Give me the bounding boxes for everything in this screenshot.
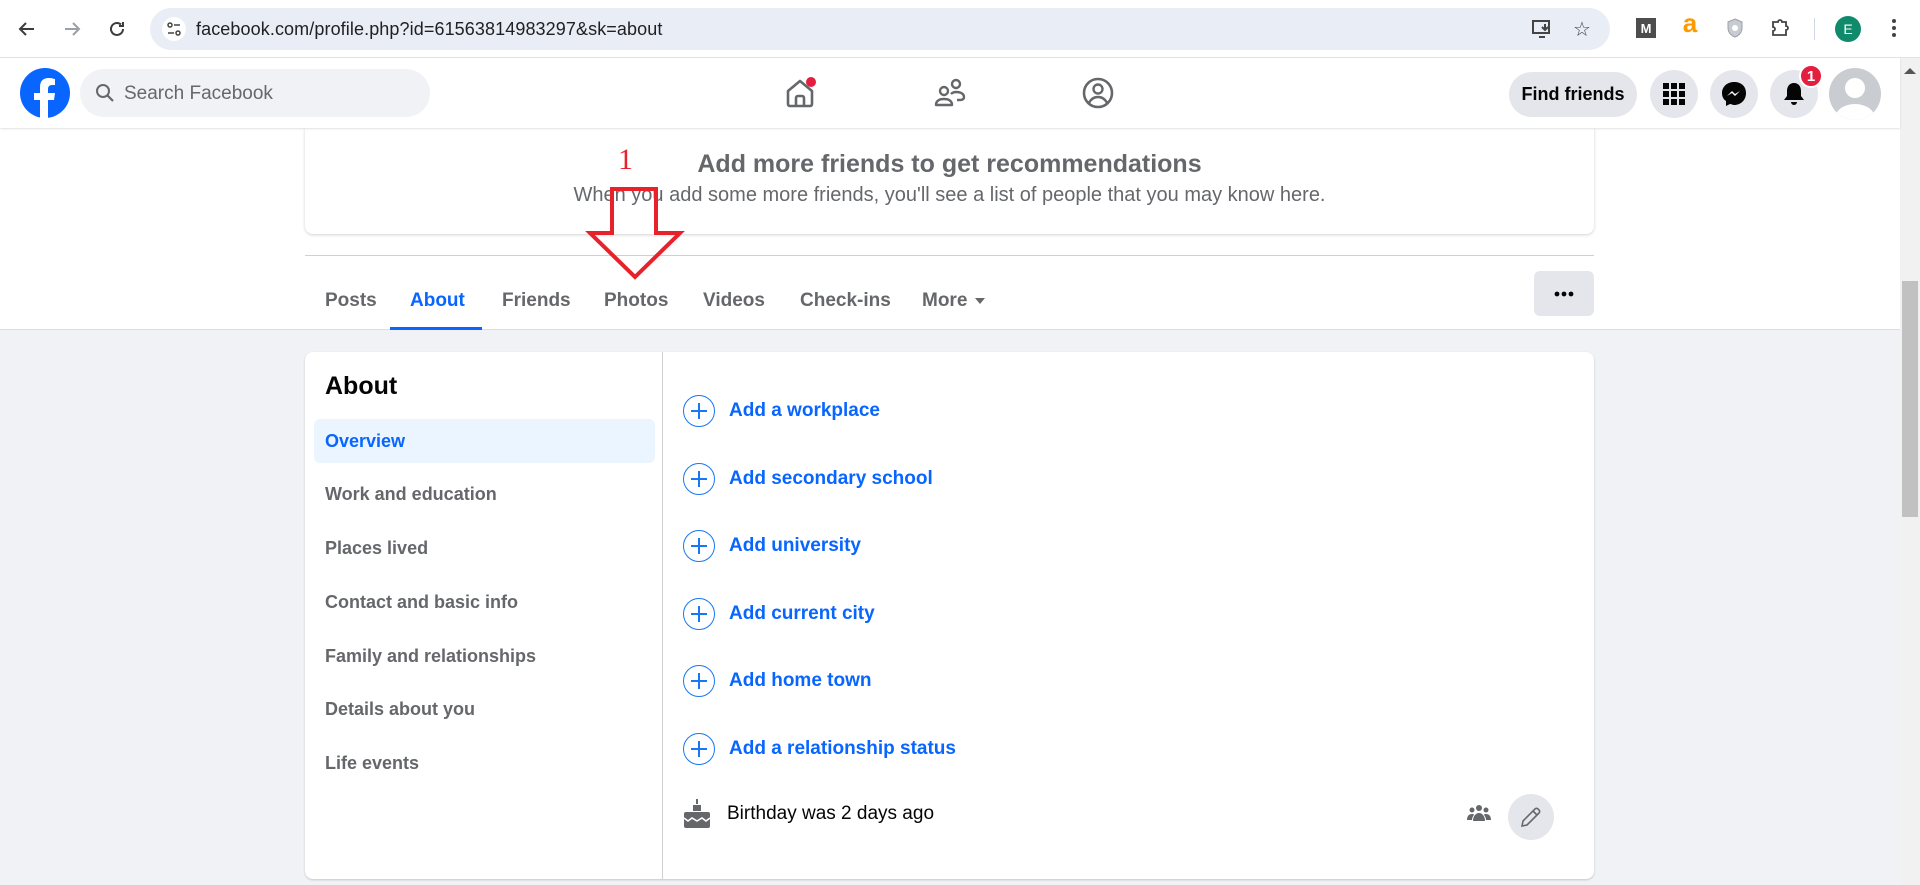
add-home-town-link[interactable]: Add home town [683, 661, 871, 701]
profile-avatar[interactable]: E [1835, 16, 1861, 42]
more-options-button[interactable] [1534, 271, 1594, 316]
search-input[interactable]: Search Facebook [80, 69, 430, 117]
active-tab-indicator [390, 327, 482, 330]
tab-about[interactable]: About [410, 272, 465, 330]
notification-badge: 1 [1799, 64, 1823, 88]
groups-icon [1082, 77, 1114, 109]
plus-circle-icon [683, 463, 715, 495]
add-university-link[interactable]: Add university [683, 526, 861, 566]
facebook-header: Search Facebook Find friends 1 [0, 58, 1900, 128]
divider [305, 255, 1594, 256]
tab-check-ins[interactable]: Check-ins [800, 272, 891, 330]
amazon-extension-icon[interactable]: a [1678, 8, 1702, 38]
add-secondary-school-link[interactable]: Add secondary school [683, 459, 933, 499]
address-bar[interactable]: facebook.com/profile.php?id=615638149832… [150, 8, 1610, 50]
add-relationship-status-link[interactable]: Add a relationship status [683, 729, 956, 769]
sidebar-item-family-relationships[interactable]: Family and relationships [314, 634, 655, 678]
caret-down-icon [975, 298, 986, 304]
nav-groups[interactable] [1068, 58, 1128, 128]
sidebar-item-contact-info[interactable]: Contact and basic info [314, 580, 655, 624]
scroll-up-arrow-icon[interactable] [1904, 68, 1916, 74]
plus-circle-icon [683, 665, 715, 697]
nav-friends[interactable] [920, 58, 980, 128]
tab-friends[interactable]: Friends [502, 272, 571, 330]
messenger-icon [1722, 82, 1746, 106]
friends-icon [934, 78, 966, 107]
recommendations-card: Add more friends to get recommendations … [305, 128, 1594, 234]
site-info-icon[interactable] [162, 17, 186, 41]
grid-menu-icon [1663, 83, 1685, 105]
birthday-text: Birthday was 2 days ago [727, 803, 935, 824]
find-friends-button[interactable]: Find friends [1509, 72, 1637, 117]
sidebar-item-work-education[interactable]: Work and education [314, 472, 655, 516]
m-extension-icon[interactable]: M [1634, 16, 1658, 40]
about-sidebar: About Overview Work and education Places… [305, 352, 663, 879]
forward-icon[interactable] [57, 14, 87, 44]
plus-circle-icon [683, 598, 715, 630]
annotation-label: 1 [618, 143, 633, 176]
birthday-row: Birthday was 2 days ago [683, 794, 934, 834]
tab-more-label: More [922, 290, 968, 311]
add-item-label: Add university [729, 535, 861, 556]
add-item-label: Add current city [729, 603, 875, 624]
messenger-button[interactable] [1710, 70, 1758, 118]
recommendations-title: Add more friends to get recommendations [697, 150, 1202, 178]
tab-posts[interactable]: Posts [325, 272, 377, 330]
plus-circle-icon [683, 395, 715, 427]
add-workplace-link[interactable]: Add a workplace [683, 391, 880, 431]
annotation-arrow-icon [585, 187, 685, 280]
toolbar-divider [1814, 18, 1815, 40]
tab-more[interactable]: More [922, 272, 986, 330]
edit-birthday-button[interactable] [1508, 794, 1554, 840]
recommendations-subtitle: When you add some more friends, you'll s… [573, 184, 1326, 206]
search-icon [96, 84, 114, 102]
scrollbar-thumb[interactable] [1902, 281, 1918, 517]
facebook-logo[interactable] [20, 68, 70, 118]
url-text[interactable]: facebook.com/profile.php?id=615638149832… [196, 19, 662, 40]
add-current-city-link[interactable]: Add current city [683, 594, 875, 634]
add-item-label: Add secondary school [729, 468, 933, 489]
sidebar-item-life-events[interactable]: Life events [314, 741, 655, 785]
plus-circle-icon [683, 733, 715, 765]
add-item-label: Add a workplace [729, 400, 880, 421]
extensions-puzzle-icon[interactable] [1768, 16, 1792, 40]
tab-videos[interactable]: Videos [703, 272, 765, 330]
nav-home[interactable] [770, 58, 830, 128]
reload-icon[interactable] [102, 14, 132, 44]
browser-toolbar: facebook.com/profile.php?id=615638149832… [0, 0, 1920, 58]
home-icon [786, 77, 816, 108]
install-app-icon[interactable] [1530, 17, 1554, 41]
pencil-icon [1520, 807, 1541, 828]
menu-kebab-icon[interactable] [1882, 16, 1906, 40]
bookmark-star-icon[interactable]: ☆ [1570, 17, 1594, 41]
sidebar-item-places-lived[interactable]: Places lived [314, 526, 655, 570]
plus-circle-icon [683, 530, 715, 562]
birthday-cake-icon [683, 799, 711, 828]
menu-button[interactable] [1650, 70, 1698, 118]
add-item-label: Add a relationship status [729, 738, 956, 759]
friends-audience-icon[interactable] [1467, 803, 1491, 823]
about-card: About Overview Work and education Places… [305, 352, 1594, 879]
add-item-label: Add home town [729, 670, 872, 691]
sidebar-item-details-about-you[interactable]: Details about you [314, 687, 655, 731]
shield-extension-icon[interactable] [1723, 16, 1747, 40]
search-placeholder: Search Facebook [124, 83, 273, 104]
about-title: About [325, 372, 398, 400]
account-avatar[interactable] [1829, 68, 1881, 120]
ellipsis-icon [1554, 291, 1574, 296]
sidebar-item-overview[interactable]: Overview [314, 419, 655, 463]
back-icon[interactable] [12, 14, 42, 44]
